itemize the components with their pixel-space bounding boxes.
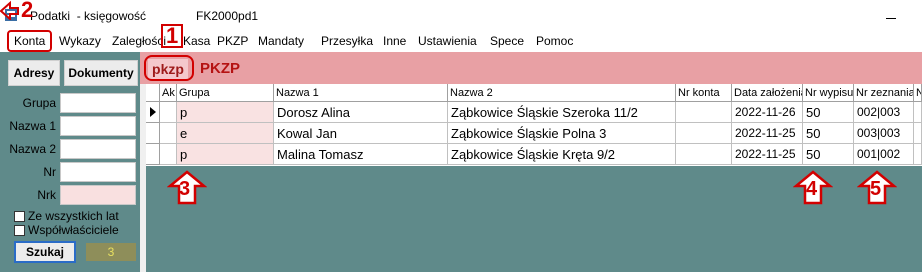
- menu-kasa[interactable]: Kasa: [183, 34, 210, 48]
- table-cell[interactable]: Ząbkowice Śląskie Polna 3: [448, 123, 676, 144]
- table-cell[interactable]: [160, 144, 177, 165]
- checkbox-box[interactable]: [14, 210, 25, 222]
- col-data-zalozenia[interactable]: Data założenia: [732, 84, 803, 102]
- col-extra[interactable]: N: [914, 84, 922, 102]
- table-cell[interactable]: 2022-11-25: [732, 123, 803, 144]
- table-cell[interactable]: 50: [803, 102, 854, 123]
- co-owners-label: Współwłaściciele: [28, 223, 119, 237]
- arrow-left-icon: [0, 0, 19, 20]
- menu-zaleglosci[interactable]: Zaległości: [112, 34, 166, 48]
- table-cell[interactable]: 002|003: [854, 102, 914, 123]
- tab-adresy[interactable]: Adresy: [8, 60, 60, 86]
- annotation-badge-2: 2: [21, 0, 34, 22]
- menu-mandaty[interactable]: Mandaty: [258, 34, 304, 48]
- window-subtitle: FK2000pd1: [196, 9, 259, 23]
- table-cell[interactable]: 50: [803, 123, 854, 144]
- table-cell[interactable]: [676, 123, 732, 144]
- annotation-badge-1: 1: [166, 23, 179, 48]
- grupa-label: Grupa: [22, 96, 56, 110]
- nr-label: Nr: [43, 165, 56, 179]
- nr-field[interactable]: [60, 162, 136, 182]
- nazwa1-label: Nazwa 1: [9, 119, 56, 133]
- module-header: pkzp PKZP: [140, 52, 922, 84]
- annotation-badge-4: 4: [806, 178, 818, 200]
- header-selector: [146, 84, 160, 102]
- all-years-checkbox[interactable]: Ze wszystkich lat: [14, 209, 119, 223]
- table-cell[interactable]: p: [177, 102, 274, 123]
- co-owners-checkbox[interactable]: Współwłaściciele: [14, 223, 119, 237]
- menu-spece[interactable]: Spece: [490, 34, 524, 48]
- col-ak[interactable]: Ak: [160, 84, 177, 102]
- table-cell[interactable]: 001|002: [854, 144, 914, 165]
- module-title: PKZP: [200, 60, 241, 77]
- nazwa1-field[interactable]: [60, 116, 136, 136]
- table-cell[interactable]: [676, 102, 732, 123]
- table-cell[interactable]: 50: [803, 144, 854, 165]
- table-cell[interactable]: 003|003: [854, 123, 914, 144]
- menu-pkzp[interactable]: PKZP: [217, 34, 248, 48]
- filter-panel: Adresy Dokumenty Grupa Nazwa 1 Nazwa 2 N…: [0, 52, 140, 272]
- col-nr-konta[interactable]: Nr konta: [676, 84, 732, 102]
- menu-wykazy[interactable]: Wykazy: [59, 34, 101, 48]
- table-cell[interactable]: [160, 123, 177, 144]
- menu-pomoc[interactable]: Pomoc: [536, 34, 573, 48]
- grid-body: Ak Grupa Nazwa 1 Nazwa 2 Nr konta Data z…: [146, 84, 922, 166]
- window-title: Podatki - księgowość: [30, 9, 147, 23]
- current-row-icon: [150, 107, 156, 117]
- menu-bar: Konta Wykazy Zaległości Kasa PKZP Mandat…: [0, 30, 922, 52]
- annotation-ring-konta: [7, 30, 52, 52]
- col-grupa[interactable]: Grupa: [177, 84, 274, 102]
- table-cell[interactable]: Dorosz Alina: [274, 102, 448, 123]
- col-nr-wypisu[interactable]: Nr wypisu: [803, 84, 854, 102]
- table-cell[interactable]: [914, 123, 922, 144]
- nrk-field[interactable]: [60, 185, 136, 205]
- table-cell[interactable]: [914, 144, 922, 165]
- table-cell[interactable]: 2022-11-26: [732, 102, 803, 123]
- title-bar: Podatki - księgowość FK2000pd1: [0, 0, 922, 30]
- table-cell[interactable]: 2022-11-25: [732, 144, 803, 165]
- table-cell[interactable]: Malina Tomasz: [274, 144, 448, 165]
- col-nr-zeznania[interactable]: Nr zeznania: [854, 84, 914, 102]
- col-nazwa1[interactable]: Nazwa 1: [274, 84, 448, 102]
- table-cell[interactable]: e: [177, 123, 274, 144]
- table-cell[interactable]: p: [177, 144, 274, 165]
- nazwa2-label: Nazwa 2: [9, 142, 56, 156]
- row-selector[interactable]: [146, 123, 160, 144]
- minimize-icon[interactable]: [882, 8, 902, 22]
- nazwa2-field[interactable]: [60, 139, 136, 159]
- result-count: 3: [86, 243, 136, 261]
- checkbox-box[interactable]: [14, 224, 25, 236]
- table-cell[interactable]: [160, 102, 177, 123]
- tab-dokumenty[interactable]: Dokumenty: [64, 60, 138, 86]
- row-selector[interactable]: [146, 144, 160, 165]
- annotation-ring-pkzp: [144, 55, 194, 81]
- table-cell[interactable]: [676, 144, 732, 165]
- annotation-badge-3: 3: [179, 178, 191, 200]
- table-cell[interactable]: [914, 102, 922, 123]
- nrk-label: Nrk: [37, 188, 56, 202]
- grupa-field[interactable]: [60, 93, 136, 113]
- table-cell[interactable]: Ząbkowice Śląskie Kręta 9/2: [448, 144, 676, 165]
- menu-inne[interactable]: Inne: [383, 34, 406, 48]
- menu-ustawienia[interactable]: Ustawienia: [418, 34, 477, 48]
- search-button[interactable]: Szukaj: [14, 241, 76, 263]
- table-cell[interactable]: Kowal Jan: [274, 123, 448, 144]
- table-cell[interactable]: Ząbkowice Śląskie Szeroka 11/2: [448, 102, 676, 123]
- annotation-badge-5: 5: [870, 178, 882, 200]
- menu-przesylka[interactable]: Przesyłka: [321, 34, 373, 48]
- row-selector[interactable]: [146, 102, 160, 123]
- col-nazwa2[interactable]: Nazwa 2: [448, 84, 676, 102]
- all-years-label: Ze wszystkich lat: [28, 209, 119, 223]
